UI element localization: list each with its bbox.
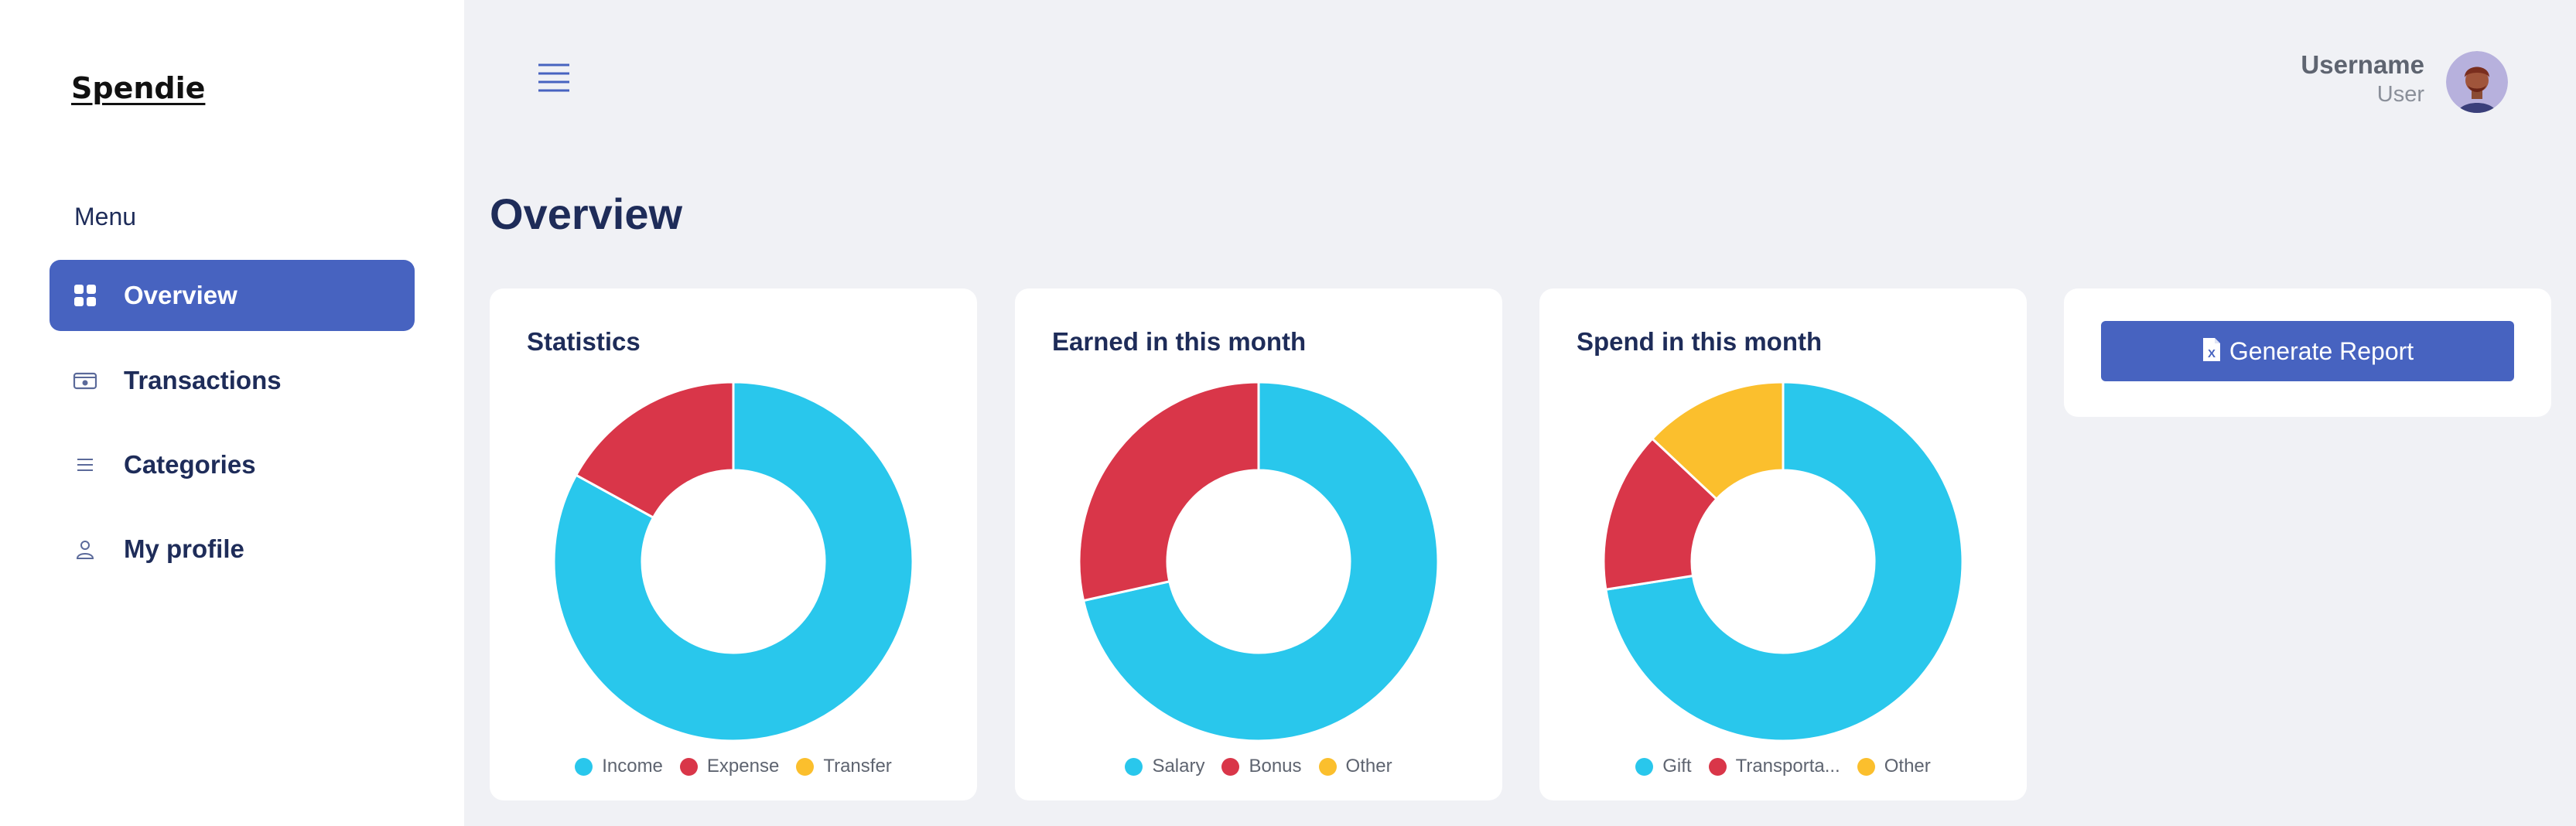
legend-dot <box>679 757 698 776</box>
spend-donut-chart <box>1602 381 1964 742</box>
user-info[interactable]: Username User <box>2301 49 2424 108</box>
avatar[interactable] <box>2446 51 2508 113</box>
sidebar-item-label: Categories <box>124 450 256 479</box>
app-logo[interactable]: Spendie <box>71 71 205 105</box>
legend-label: Other <box>1345 756 1392 777</box>
sidebar-item-transactions[interactable]: Transactions <box>50 345 415 416</box>
earned-card: Earned in this month Salary Bonus Other <box>1015 288 1502 800</box>
chart-legend: Income Expense Transfer <box>490 756 977 777</box>
cash-icon <box>73 368 97 393</box>
legend-item-expense[interactable]: Expense <box>679 756 780 777</box>
legend-item-other[interactable]: Other <box>1857 756 1931 777</box>
legend-dot <box>1857 757 1875 776</box>
report-card: X Generate Report <box>2064 288 2551 417</box>
chart-legend: Salary Bonus Other <box>1015 756 1502 777</box>
chart-legend: Gift Transporta... Other <box>1539 756 2027 777</box>
legend-label: Other <box>1884 756 1931 777</box>
grid-icon <box>73 283 97 308</box>
legend-label: Expense <box>706 756 780 777</box>
sidebar-item-label: Overview <box>124 281 237 309</box>
sidebar-item-categories[interactable]: Categories <box>50 429 415 500</box>
donut-slice-bonus[interactable] <box>1078 381 1260 602</box>
legend-dot <box>1125 757 1143 776</box>
statistics-donut-chart <box>552 381 914 742</box>
sidebar: Spendie Menu Overview Transactions Categ… <box>0 0 464 826</box>
menu-label: Menu <box>74 203 137 230</box>
legend-dot <box>1318 757 1337 776</box>
user-icon <box>73 537 97 561</box>
page-title: Overview <box>490 189 683 238</box>
sidebar-item-overview[interactable]: Overview <box>50 260 415 331</box>
legend-label: Transfer <box>823 756 892 777</box>
legend-item-transfer[interactable]: Transfer <box>796 756 892 777</box>
excel-file-icon: X <box>2202 336 2222 367</box>
card-title: Spend in this month <box>1577 327 1823 356</box>
generate-report-label: Generate Report <box>2229 336 2414 365</box>
legend-label: Bonus <box>1249 756 1302 777</box>
earned-donut-chart <box>1078 381 1440 742</box>
svg-text:X: X <box>2208 347 2216 360</box>
legend-label: Gift <box>1662 756 1692 777</box>
sidebar-item-label: Transactions <box>124 366 282 394</box>
legend-label: Salary <box>1152 756 1205 777</box>
user-role: User <box>2376 82 2424 107</box>
legend-item-other[interactable]: Other <box>1318 756 1392 777</box>
card-title: Statistics <box>527 327 641 356</box>
generate-report-button[interactable]: X Generate Report <box>2101 321 2514 381</box>
legend-item-salary[interactable]: Salary <box>1125 756 1204 777</box>
legend-dot <box>796 757 815 776</box>
list-icon <box>73 452 97 477</box>
legend-label: Transporta... <box>1735 756 1840 777</box>
spend-card: Spend in this month Gift Transporta... O… <box>1539 288 2027 800</box>
legend-item-bonus[interactable]: Bonus <box>1221 756 1302 777</box>
sidebar-item-my-profile[interactable]: My profile <box>50 514 415 585</box>
legend-dot <box>575 757 593 776</box>
legend-item-income[interactable]: Income <box>575 756 663 777</box>
legend-item-transportation[interactable]: Transporta... <box>1708 756 1840 777</box>
legend-label: Income <box>602 756 663 777</box>
sidebar-item-label: My profile <box>124 534 244 563</box>
legend-dot <box>1221 757 1240 776</box>
legend-dot <box>1708 757 1727 776</box>
statistics-card: Statistics Income Expense Transfer <box>490 288 977 800</box>
legend-item-gift[interactable]: Gift <box>1635 756 1692 777</box>
hamburger-icon[interactable] <box>534 62 574 96</box>
user-name: Username <box>2301 50 2424 79</box>
card-title: Earned in this month <box>1052 327 1307 356</box>
legend-dot <box>1635 757 1654 776</box>
